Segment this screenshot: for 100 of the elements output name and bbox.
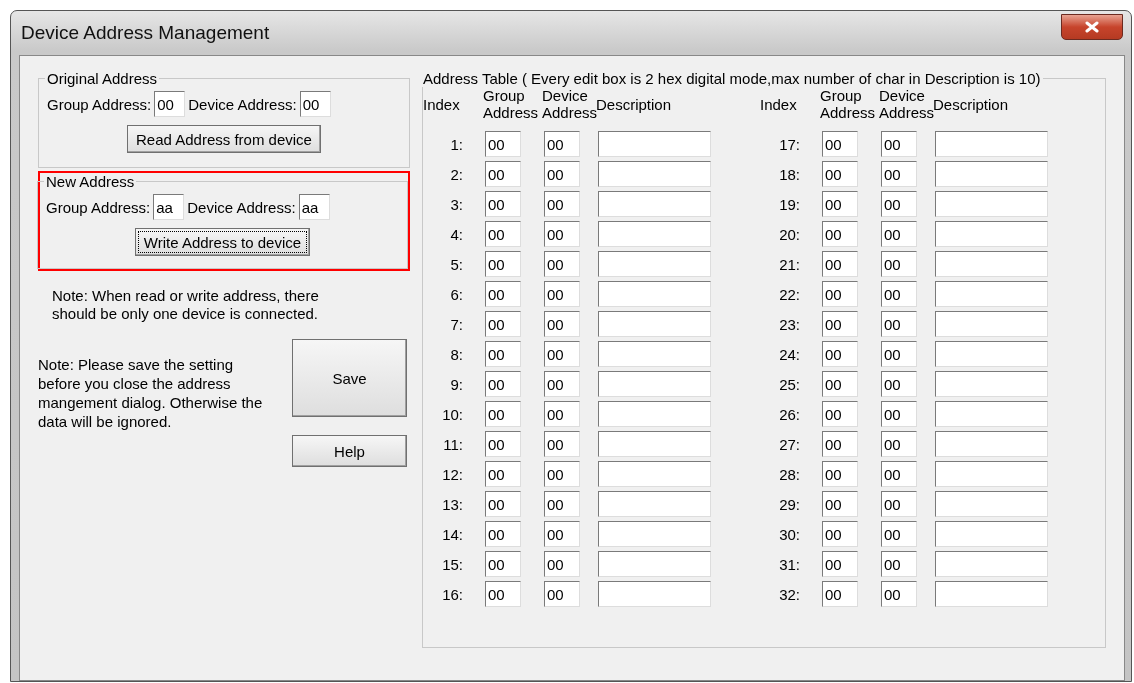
input-field[interactable] [598,131,711,157]
input-field[interactable] [598,371,711,397]
input-field[interactable] [935,281,1048,307]
input-field[interactable] [935,521,1048,547]
input-field[interactable]: 00 [881,251,917,277]
input-field[interactable]: 00 [485,521,521,547]
input-field[interactable]: aa [153,194,185,220]
input-field[interactable]: 00 [881,311,917,337]
input-field[interactable] [598,461,711,487]
input-field[interactable] [935,491,1048,517]
input-field[interactable]: 00 [485,551,521,577]
input-field[interactable]: 00 [822,371,858,397]
input-field[interactable]: 00 [881,551,917,577]
input-field[interactable]: 00 [544,431,580,457]
input-field[interactable]: 00 [881,431,917,457]
close-button[interactable] [1061,14,1123,40]
input-field[interactable] [935,311,1048,337]
input-field[interactable]: 00 [822,341,858,367]
input-field[interactable]: 00 [881,191,917,217]
input-field[interactable]: 00 [485,581,521,607]
input-field[interactable]: 00 [544,191,580,217]
input-field[interactable]: 00 [544,581,580,607]
input-field[interactable]: 00 [485,221,521,247]
input-field[interactable]: 00 [544,251,580,277]
input-field[interactable]: 00 [485,461,521,487]
input-field[interactable]: 00 [822,461,858,487]
input-field[interactable]: 00 [485,191,521,217]
input-field[interactable] [935,341,1048,367]
input-field[interactable]: 00 [544,551,580,577]
input-field[interactable] [935,251,1048,277]
input-field[interactable]: 00 [544,461,580,487]
input-field[interactable] [935,161,1048,187]
input-field[interactable]: 00 [822,311,858,337]
input-field[interactable]: 00 [544,341,580,367]
input-field[interactable] [935,551,1048,577]
input-field[interactable]: 00 [822,491,858,517]
input-field[interactable]: 00 [154,91,186,117]
input-field[interactable] [598,251,711,277]
input-field[interactable] [935,581,1048,607]
input-field[interactable]: 00 [485,431,521,457]
input-field[interactable] [598,581,711,607]
input-field[interactable]: 00 [485,341,521,367]
input-field[interactable]: 00 [822,191,858,217]
input-field[interactable] [598,521,711,547]
input-field[interactable]: 00 [881,521,917,547]
input-field[interactable] [935,191,1048,217]
input-field[interactable] [598,431,711,457]
input-field[interactable]: 00 [881,221,917,247]
input-field[interactable] [935,221,1048,247]
input-field[interactable]: 00 [544,311,580,337]
input-field[interactable] [935,371,1048,397]
input-field[interactable]: 00 [822,251,858,277]
input-field[interactable] [598,191,711,217]
input-field[interactable]: 00 [881,461,917,487]
action-button[interactable]: Read Address from device [127,125,321,153]
input-field[interactable]: 00 [544,281,580,307]
input-field[interactable]: 00 [822,131,858,157]
input-field[interactable]: 00 [822,431,858,457]
input-field[interactable]: 00 [544,371,580,397]
input-field[interactable]: 00 [881,371,917,397]
input-field[interactable]: 00 [544,131,580,157]
input-field[interactable] [598,551,711,577]
input-field[interactable]: 00 [881,491,917,517]
help-button[interactable]: Help [292,435,407,467]
input-field[interactable]: aa [298,194,330,220]
input-field[interactable]: 00 [544,491,580,517]
action-button[interactable]: Write Address to device [134,228,311,256]
input-field[interactable]: 00 [485,251,521,277]
input-field[interactable]: 00 [299,91,331,117]
input-field[interactable]: 00 [485,161,521,187]
input-field[interactable]: 00 [822,281,858,307]
input-field[interactable] [935,431,1048,457]
input-field[interactable] [598,281,711,307]
input-field[interactable]: 00 [822,581,858,607]
input-field[interactable] [598,221,711,247]
input-field[interactable]: 00 [544,221,580,247]
input-field[interactable]: 00 [822,221,858,247]
input-field[interactable] [935,461,1048,487]
input-field[interactable]: 00 [881,401,917,427]
input-field[interactable]: 00 [881,131,917,157]
input-field[interactable]: 00 [485,131,521,157]
input-field[interactable] [598,311,711,337]
input-field[interactable]: 00 [822,401,858,427]
input-field[interactable]: 00 [822,521,858,547]
input-field[interactable] [935,401,1048,427]
input-field[interactable]: 00 [822,161,858,187]
input-field[interactable]: 00 [544,401,580,427]
input-field[interactable]: 00 [881,161,917,187]
input-field[interactable] [935,131,1048,157]
input-field[interactable] [598,341,711,367]
input-field[interactable]: 00 [485,311,521,337]
input-field[interactable]: 00 [881,341,917,367]
save-button[interactable]: Save [292,339,407,417]
input-field[interactable] [598,491,711,517]
input-field[interactable]: 00 [881,581,917,607]
input-field[interactable]: 00 [544,161,580,187]
input-field[interactable] [598,401,711,427]
input-field[interactable]: 00 [485,491,521,517]
input-field[interactable]: 00 [485,281,521,307]
input-field[interactable]: 00 [881,281,917,307]
